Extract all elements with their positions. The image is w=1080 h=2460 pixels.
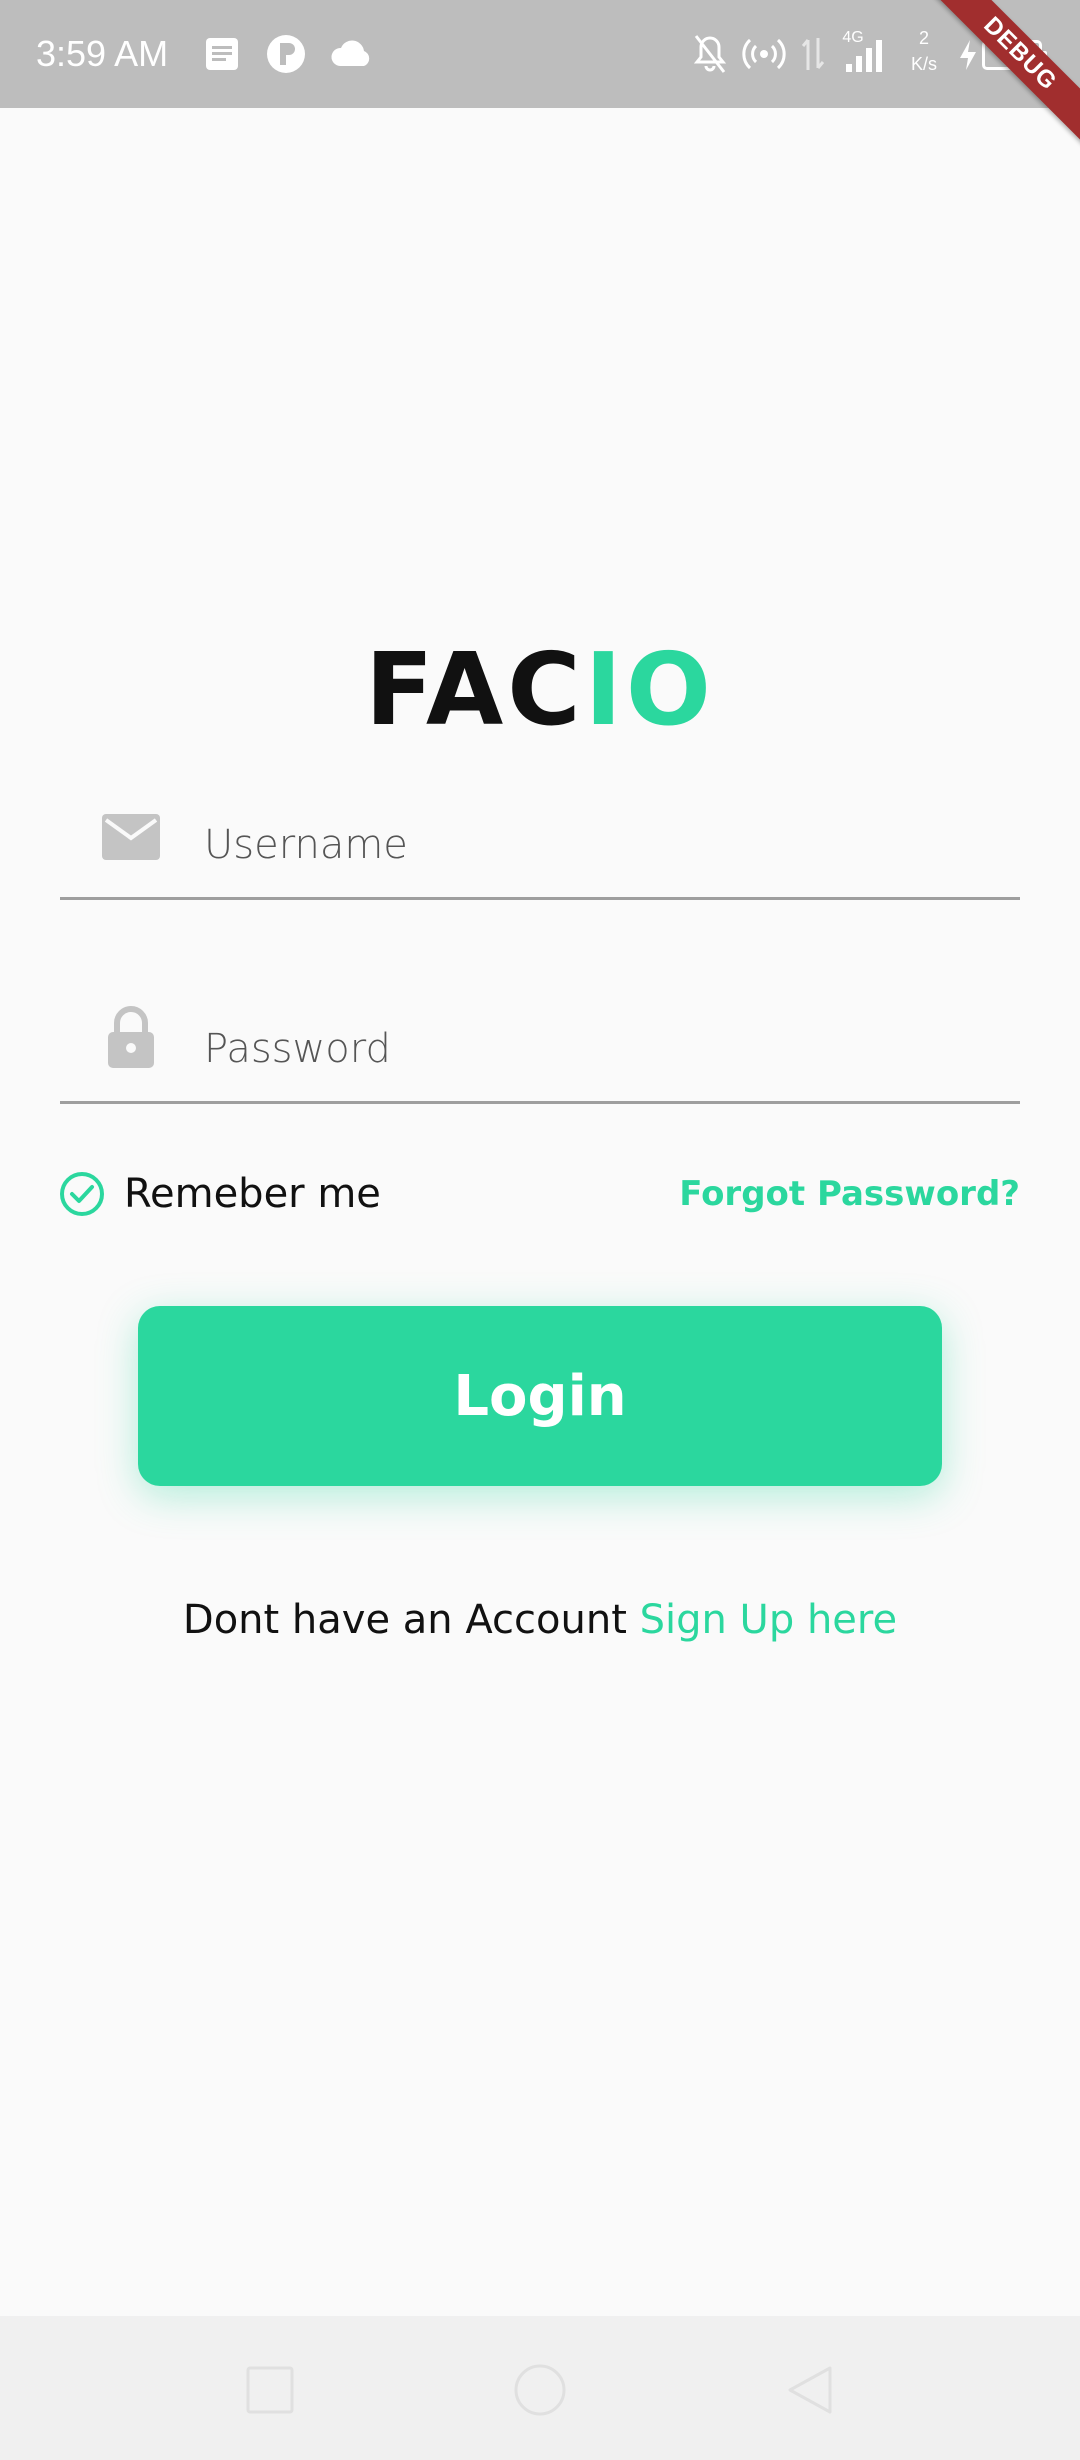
password-input[interactable]: [204, 1004, 984, 1094]
mail-icon: [102, 814, 160, 860]
lock-icon: [108, 1006, 154, 1068]
signal-icon: [846, 40, 882, 72]
forgot-password-link[interactable]: Forgot Password?: [679, 1166, 1020, 1222]
mute-notifications-icon: [693, 35, 727, 73]
remember-row: Remeber me Forgot Password?: [58, 1166, 1020, 1222]
logo-text-dark: FAC: [365, 631, 585, 748]
password-field[interactable]: [60, 1004, 1020, 1104]
username-input[interactable]: [204, 800, 984, 890]
signup-prompt: Dont have an Account: [182, 1597, 640, 1643]
signup-row: Dont have an Account Sign Up here: [0, 1592, 1080, 1648]
login-button[interactable]: Login: [138, 1306, 942, 1486]
app-logo: FACIO: [0, 640, 1080, 740]
check-circle-icon[interactable]: [58, 1170, 106, 1218]
system-navigation-bar: [0, 2316, 1080, 2460]
username-field[interactable]: [60, 800, 1020, 900]
back-icon[interactable]: [780, 2360, 840, 2420]
cloud-icon: [331, 40, 370, 66]
speed-unit: K/s: [910, 54, 937, 74]
app-notification-icon: [267, 35, 305, 73]
home-icon[interactable]: [510, 2360, 570, 2420]
message-icon: [206, 38, 238, 70]
status-time: 3:59 AM: [36, 33, 169, 74]
hotspot-icon: [742, 38, 786, 70]
remember-me-label[interactable]: Remeber me: [124, 1166, 381, 1222]
data-transfer-icon: [801, 38, 825, 70]
status-bar: 3:59 AM 4G 2 K/s: [0, 0, 1080, 108]
speed-value: 2: [918, 28, 929, 48]
login-screen: 3:59 AM 4G 2 K/s DEBUG FACIO Username Re…: [0, 0, 1080, 2460]
logo-text-accent: IO: [584, 631, 715, 748]
recent-apps-icon[interactable]: [240, 2360, 300, 2420]
signup-link[interactable]: Sign Up here: [640, 1597, 897, 1643]
